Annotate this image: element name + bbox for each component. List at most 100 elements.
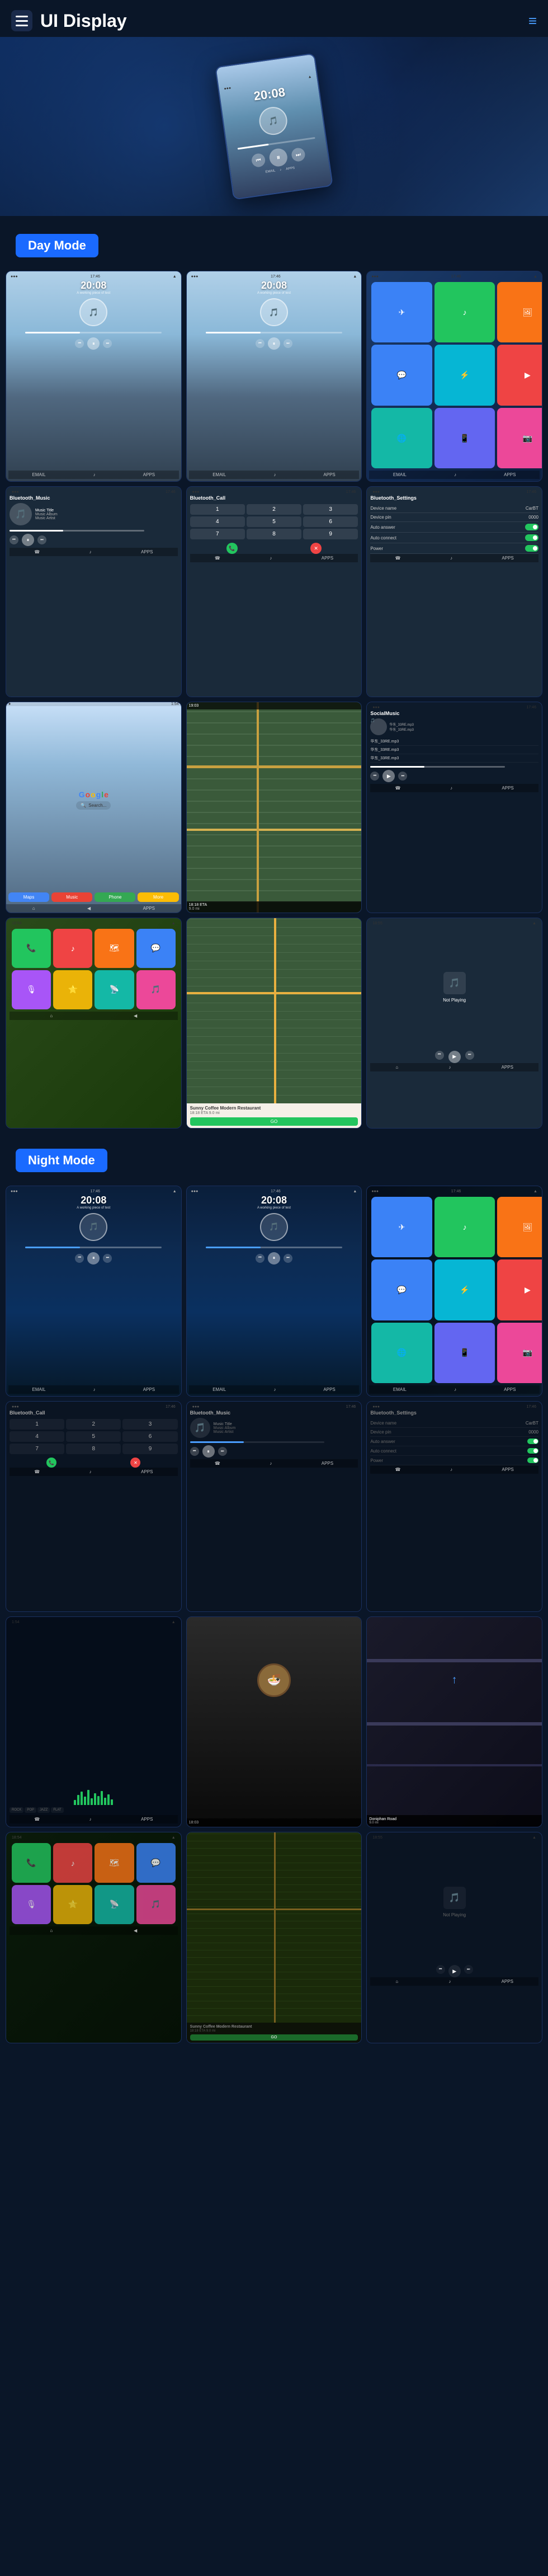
- night-power-toggle[interactable]: [527, 1458, 538, 1463]
- night-np-prev[interactable]: ⏮: [436, 1965, 445, 1974]
- app-youtube[interactable]: ▶: [497, 345, 542, 405]
- night-progress-1[interactable]: [25, 1247, 162, 1248]
- night-end-btn[interactable]: ✕: [130, 1458, 140, 1468]
- night-play-2[interactable]: ⏸: [268, 1252, 280, 1265]
- eq-btn-3[interactable]: JAZZ: [37, 1807, 50, 1813]
- night-play-1[interactable]: ⏸: [87, 1252, 100, 1265]
- dial-6[interactable]: 6: [303, 516, 358, 527]
- night-bt-prev[interactable]: ⏮: [190, 1447, 199, 1456]
- night-app-10[interactable]: 📱: [434, 1323, 495, 1383]
- dial-2[interactable]: 2: [247, 504, 301, 515]
- night-app-9[interactable]: 🌐: [371, 1323, 432, 1383]
- next-btn-1[interactable]: ⏭: [103, 339, 112, 348]
- app-bt[interactable]: ⚡: [434, 345, 495, 405]
- song-3[interactable]: 华东_33RE.mp3: [370, 754, 538, 763]
- night-bt-next[interactable]: ⏭: [218, 1447, 227, 1456]
- dial-9[interactable]: 9: [303, 529, 358, 539]
- dial-5[interactable]: 5: [247, 516, 301, 527]
- ios-messages[interactable]: 💬: [136, 929, 176, 968]
- song-1[interactable]: 华东_33RE.mp3: [370, 737, 538, 746]
- end-call-btn[interactable]: ✕: [310, 543, 322, 554]
- social-next[interactable]: ⏭: [398, 772, 407, 781]
- night-auto-connect-toggle[interactable]: [527, 1448, 538, 1454]
- social-play[interactable]: ▶: [382, 770, 395, 782]
- ios-phone[interactable]: 📞: [12, 929, 51, 968]
- app-telegram[interactable]: ✈: [371, 282, 432, 342]
- night-ios-star[interactable]: ⭐: [53, 1885, 92, 1924]
- dial-4[interactable]: 4: [190, 516, 245, 527]
- night-ios-maps[interactable]: 🗺: [95, 1843, 134, 1882]
- coffee-go-btn[interactable]: GO: [190, 1117, 358, 1126]
- bt-progress[interactable]: [10, 530, 144, 532]
- play-btn-1[interactable]: ⏸: [87, 337, 100, 350]
- app-extra4[interactable]: 📷: [497, 408, 542, 468]
- dial-1[interactable]: 1: [190, 504, 245, 515]
- night-dial-2[interactable]: 2: [66, 1419, 121, 1430]
- ios-maps[interactable]: 🗺: [95, 929, 134, 968]
- hero-play-btn[interactable]: ⏸: [268, 147, 289, 167]
- night-ios-phone[interactable]: 📞: [12, 1843, 51, 1882]
- eq-btn-2[interactable]: POP: [25, 1807, 36, 1813]
- power-toggle[interactable]: [525, 545, 538, 552]
- ios-extra[interactable]: ⭐: [53, 970, 92, 1009]
- night-prev-2[interactable]: ⏮: [256, 1254, 264, 1263]
- night-dial-7[interactable]: 7: [10, 1444, 64, 1454]
- app-extra2[interactable]: 🌐: [371, 408, 432, 468]
- app-photos[interactable]: 🖼: [497, 282, 542, 342]
- call-btn[interactable]: 📞: [226, 543, 238, 554]
- dial-8[interactable]: 8: [247, 529, 301, 539]
- prev-btn-2[interactable]: ⏮: [256, 339, 264, 348]
- np-prev[interactable]: ⏮: [435, 1051, 444, 1060]
- carplay-phone[interactable]: Phone: [95, 892, 135, 902]
- night-app-7[interactable]: ▶: [497, 1259, 542, 1320]
- night-dial-5[interactable]: 5: [66, 1431, 121, 1442]
- night-dial-8[interactable]: 8: [66, 1444, 121, 1454]
- night-dial-1[interactable]: 1: [10, 1419, 64, 1430]
- app-extra3[interactable]: 📱: [434, 408, 495, 468]
- app-music[interactable]: ♪: [434, 282, 495, 342]
- night-np-next[interactable]: ⏭: [464, 1965, 473, 1974]
- ios-podcast[interactable]: 🎙: [12, 970, 51, 1009]
- progress-1[interactable]: [25, 332, 162, 333]
- app-wechat[interactable]: 💬: [371, 345, 432, 405]
- night-app-6[interactable]: ⚡: [434, 1259, 495, 1320]
- ios-extra3[interactable]: 🎵: [136, 970, 176, 1009]
- song-2[interactable]: 华东_33RE.mp3: [370, 746, 538, 754]
- hero-prev-btn[interactable]: ⏮: [251, 153, 266, 168]
- night-dial-4[interactable]: 4: [10, 1431, 64, 1442]
- auto-answer-toggle[interactable]: [525, 524, 538, 530]
- dial-3[interactable]: 3: [303, 504, 358, 515]
- np-play[interactable]: ▶: [448, 1051, 461, 1063]
- prev-btn-1[interactable]: ⏮: [75, 339, 84, 348]
- social-prev[interactable]: ⏮: [370, 772, 379, 781]
- play-btn-2[interactable]: ⏸: [268, 337, 280, 350]
- next-btn-2[interactable]: ⏭: [284, 339, 292, 348]
- menu-button[interactable]: [11, 10, 32, 31]
- night-np-play[interactable]: ▶: [448, 1965, 461, 1977]
- night-progress-2[interactable]: [206, 1247, 342, 1248]
- progress-2[interactable]: [206, 332, 342, 333]
- night-call-btn[interactable]: 📞: [46, 1458, 56, 1468]
- carplay-music[interactable]: Music: [51, 892, 92, 902]
- eq-btn-1[interactable]: ROCK: [10, 1807, 23, 1813]
- night-ios-extra[interactable]: 📡: [95, 1885, 134, 1924]
- night-next-2[interactable]: ⏭: [284, 1254, 292, 1263]
- night-app-5[interactable]: 💬: [371, 1259, 432, 1320]
- eq-btn-4[interactable]: FLAT: [51, 1807, 63, 1813]
- hamburger-icon[interactable]: ≡: [528, 12, 537, 30]
- bt-next[interactable]: ⏭: [37, 535, 46, 544]
- bt-prev[interactable]: ⏮: [10, 535, 18, 544]
- night-ios-msg[interactable]: 💬: [136, 1843, 176, 1882]
- ios-music[interactable]: ♪: [53, 929, 92, 968]
- bt-play[interactable]: ⏸: [22, 534, 34, 546]
- night-app-3[interactable]: 🖼: [497, 1197, 542, 1257]
- hero-next-btn[interactable]: ⏭: [291, 147, 306, 162]
- night-dial-6[interactable]: 6: [122, 1431, 177, 1442]
- np-next[interactable]: ⏭: [465, 1051, 474, 1060]
- night-next-1[interactable]: ⏭: [103, 1254, 112, 1263]
- search-bar[interactable]: 🔍 Search...: [76, 801, 111, 810]
- auto-connect-toggle[interactable]: [525, 534, 538, 541]
- night-go-btn[interactable]: GO: [190, 2034, 358, 2041]
- night-ios-music[interactable]: ♪: [53, 1843, 92, 1882]
- dial-7[interactable]: 7: [190, 529, 245, 539]
